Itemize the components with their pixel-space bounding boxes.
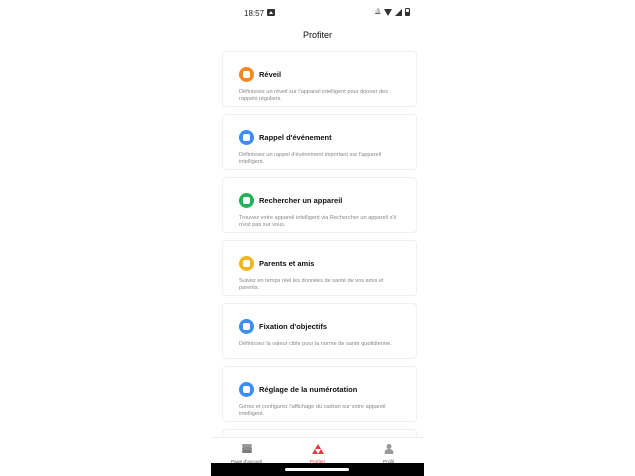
person-icon (384, 444, 393, 454)
phone-screen: 18:57 Profiter Réveil Définissez un révei… (211, 0, 424, 476)
feature-card-description: Définissez la valeur cible pour la norme… (239, 341, 392, 347)
system-nav-bar (211, 463, 424, 476)
people-icon (239, 256, 254, 271)
bell-off-icon (374, 8, 381, 16)
feature-card-title: Fixation d'objectifs (259, 322, 328, 331)
status-time: 18:57 (244, 9, 265, 18)
calendar-icon (239, 130, 254, 145)
feature-card-description: Trouvez votre appareil intelligent via R… (239, 215, 396, 228)
home-stack-icon (241, 444, 252, 453)
home-gesture-handle[interactable] (285, 468, 349, 471)
feature-card-description: Gérez et configurez l'affichage du cadra… (239, 404, 386, 417)
feature-card-title: Parents et amis (259, 259, 315, 268)
profiter-icon (311, 444, 324, 454)
signal-icon (395, 8, 402, 16)
feature-card[interactable]: Réveil Définissez un réveil sur l'apparei… (223, 52, 416, 106)
feature-card-description: Suivez en temps réel les données de sant… (239, 278, 384, 291)
feature-card[interactable]: Réglage de la numérotation Gérez et confi… (223, 367, 416, 421)
feature-card-title: Rechercher un appareil (259, 196, 343, 205)
device-search-icon (239, 193, 254, 208)
feature-card[interactable]: Fixation d'objectifs Définissez la valeur… (223, 304, 416, 358)
wifi-icon (384, 8, 392, 16)
page-title: Profiter (302, 30, 332, 40)
feature-card[interactable]: Rappel d'événement Définissez un rappel d… (223, 115, 416, 169)
watch-face-icon (239, 382, 254, 397)
target-icon (239, 319, 254, 334)
alarm-clock-icon (239, 67, 254, 82)
feature-card-title: Réglage de la numérotation (259, 385, 358, 394)
battery-icon (405, 8, 410, 16)
gallery-icon (267, 9, 275, 16)
feature-card-description: Définissez un réveil sur l'appareil inte… (239, 89, 389, 102)
feature-card-title: Réveil (259, 70, 282, 79)
feature-list[interactable]: Réveil Définissez un réveil sur l'apparei… (211, 46, 424, 438)
feature-card[interactable]: Parents et amis Suivez en temps réel les … (223, 241, 416, 295)
feature-card-title: Rappel d'événement (259, 133, 332, 142)
feature-card[interactable]: Rechercher un appareil Trouvez votre appa… (223, 178, 416, 232)
feature-card-description: Définissez un rappel d'événement importa… (239, 152, 382, 165)
status-bar: 18:57 (211, 0, 424, 26)
